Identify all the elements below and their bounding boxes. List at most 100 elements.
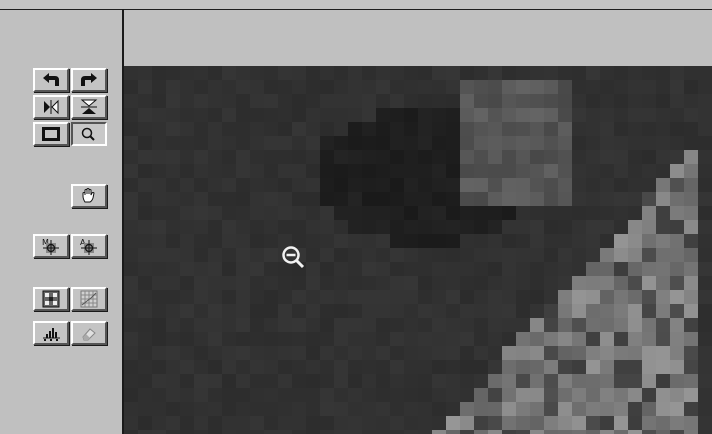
image-pixel [544, 430, 558, 434]
flip-vertical-button[interactable] [71, 95, 107, 119]
image-pixel [264, 374, 278, 388]
image-pixel [376, 262, 390, 276]
image-pixel [208, 388, 222, 402]
image-pixel [530, 80, 544, 94]
image-pixel [348, 262, 362, 276]
image-pixel [474, 164, 488, 178]
image-pixel [222, 416, 236, 430]
image-pixel [600, 304, 614, 318]
image-pixel [572, 122, 586, 136]
image-pixel [572, 150, 586, 164]
image-pixel [194, 374, 208, 388]
image-pixel [334, 94, 348, 108]
image-pixel [250, 220, 264, 234]
rotate-left-button[interactable] [33, 68, 69, 92]
image-pixel [306, 234, 320, 248]
image-pixel [572, 136, 586, 150]
image-pixel [628, 66, 642, 80]
image-pixel [642, 290, 656, 304]
image-pixel [418, 122, 432, 136]
image-pixel [264, 206, 278, 220]
image-pixel [390, 332, 404, 346]
image-pixel [558, 108, 572, 122]
image-pixel [264, 80, 278, 94]
image-pixel [558, 276, 572, 290]
image-preview[interactable] [124, 66, 712, 434]
image-pixel [124, 234, 138, 248]
color-balance-button[interactable] [71, 287, 107, 311]
image-pixel [264, 122, 278, 136]
image-pixel [614, 206, 628, 220]
image-pixel [348, 234, 362, 248]
image-pixel [180, 66, 194, 80]
pan-button[interactable] [71, 184, 107, 208]
image-pixel [404, 136, 418, 150]
image-pixel [530, 318, 544, 332]
image-pixel [390, 304, 404, 318]
image-pixel [124, 276, 138, 290]
image-pixel [166, 220, 180, 234]
image-pixel [460, 388, 474, 402]
auto-focus-button[interactable]: A [71, 234, 107, 258]
histogram-button[interactable] [33, 321, 69, 345]
image-pixel [670, 290, 684, 304]
image-pixel [670, 430, 684, 434]
image-pixel [656, 416, 670, 430]
image-pixel [208, 66, 222, 80]
image-pixel [124, 416, 138, 430]
image-pixel [642, 234, 656, 248]
image-pixel [390, 290, 404, 304]
image-pixel [684, 360, 698, 374]
image-pixel [292, 374, 306, 388]
image-pixel [362, 332, 376, 346]
image-pixel [502, 122, 516, 136]
image-pixel [152, 108, 166, 122]
image-pixel [502, 192, 516, 206]
image-pixel [222, 276, 236, 290]
manual-focus-button[interactable]: M [33, 234, 69, 258]
image-pixel [698, 164, 712, 178]
image-pixel [418, 248, 432, 262]
undo-adjustment-button[interactable] [71, 321, 107, 345]
image-pixel [614, 262, 628, 276]
image-pixel [642, 402, 656, 416]
image-pixel [460, 290, 474, 304]
image-pixel [698, 388, 712, 402]
zoom-button[interactable] [71, 122, 107, 146]
flip-vertical-icon [80, 99, 98, 114]
image-pixel [166, 94, 180, 108]
image-pixel [208, 220, 222, 234]
image-pixel [278, 430, 292, 434]
rotate-right-button[interactable] [71, 68, 107, 92]
image-pixel [474, 388, 488, 402]
image-pixel [684, 332, 698, 346]
image-pixel [334, 416, 348, 430]
crop-frame-button[interactable] [33, 122, 69, 146]
image-pixel [614, 164, 628, 178]
image-pixel [250, 94, 264, 108]
image-pixel [628, 234, 642, 248]
image-pixel [474, 346, 488, 360]
image-pixel [418, 206, 432, 220]
image-pixel [278, 220, 292, 234]
image-pixel [138, 234, 152, 248]
image-pixel [292, 346, 306, 360]
image-pixel [362, 318, 376, 332]
image-pixel [586, 164, 600, 178]
image-pixel [222, 122, 236, 136]
auto-exposure-button[interactable] [33, 287, 69, 311]
image-pixel [656, 374, 670, 388]
image-pixel [250, 164, 264, 178]
image-pixel [432, 276, 446, 290]
image-pixel [460, 234, 474, 248]
flip-horizontal-button[interactable] [33, 95, 69, 119]
image-pixel [124, 318, 138, 332]
image-pixel [544, 248, 558, 262]
image-pixel [642, 206, 656, 220]
image-pixel [642, 178, 656, 192]
image-pixel [460, 66, 474, 80]
image-pixel [208, 332, 222, 346]
image-pixel [166, 248, 180, 262]
image-pixel [376, 94, 390, 108]
image-pixel [432, 66, 446, 80]
